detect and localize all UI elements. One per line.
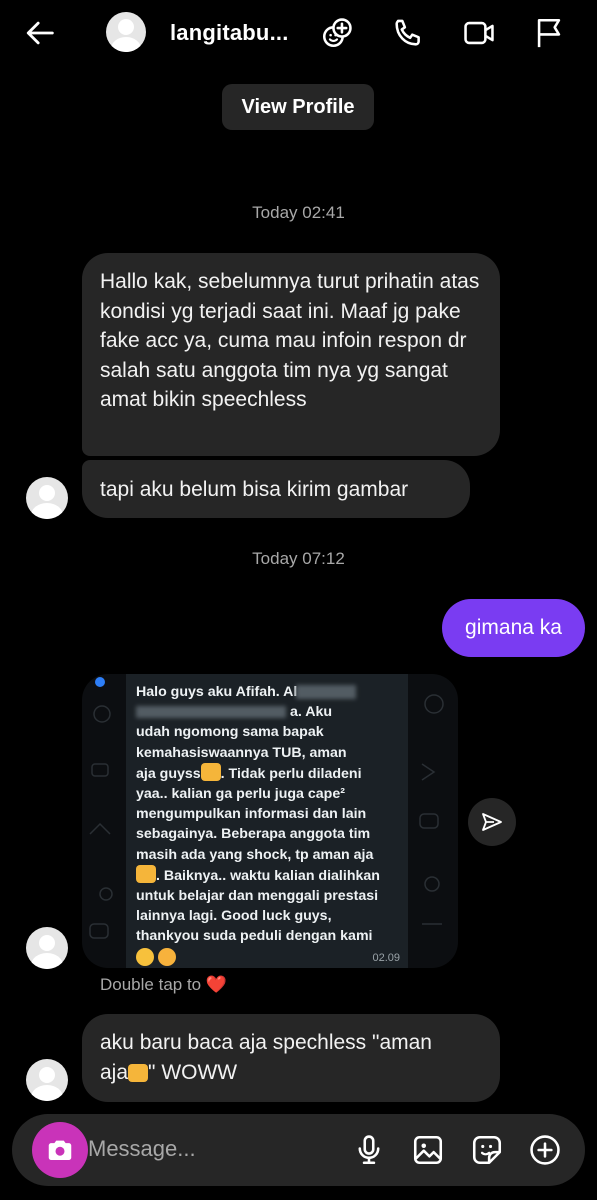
back-button[interactable] xyxy=(22,14,60,52)
add-people-button[interactable] xyxy=(318,14,356,52)
more-button[interactable] xyxy=(525,1130,565,1170)
writing-hand-emoji xyxy=(128,1063,149,1082)
camera-icon xyxy=(48,1140,72,1160)
video-call-button[interactable] xyxy=(460,14,498,52)
sticker-button[interactable] xyxy=(467,1130,507,1170)
flag-icon xyxy=(537,18,561,48)
send-icon xyxy=(482,813,502,831)
camera-button[interactable] xyxy=(32,1122,88,1178)
writing-hand-emoji xyxy=(136,864,156,883)
heart-emoji: ❤️ xyxy=(205,975,228,994)
image-icon xyxy=(413,1135,443,1165)
sender-avatar[interactable] xyxy=(26,927,68,969)
incoming-message[interactable]: Hallo kak, sebelumnya turut prihatin ata… xyxy=(82,253,500,456)
share-button[interactable] xyxy=(468,798,516,846)
back-arrow-icon xyxy=(26,21,54,45)
header-avatar[interactable] xyxy=(106,12,146,52)
hearts-face-emoji xyxy=(157,947,176,966)
timestamp: Today 07:12 xyxy=(252,549,345,568)
incoming-message[interactable]: aku baru baca aja spechless "aman aja " W… xyxy=(82,1014,500,1102)
double-tap-hint: Double tap to ❤️ xyxy=(100,975,228,994)
message-text: gimana ka xyxy=(465,616,562,639)
message-text: Hallo kak, sebelumnya turut prihatin ata… xyxy=(100,270,480,411)
add-people-icon xyxy=(322,18,352,48)
image-message[interactable]: Halo guys aku Afifah. Al a. Aku udah ngo… xyxy=(82,674,458,968)
header-username[interactable]: langitabu... xyxy=(170,20,289,46)
view-profile-button[interactable]: View Profile xyxy=(222,84,374,130)
gallery-button[interactable] xyxy=(408,1130,448,1170)
call-button[interactable] xyxy=(389,14,427,52)
outgoing-message[interactable]: gimana ka xyxy=(442,599,585,657)
writing-hand-emoji xyxy=(200,762,221,781)
sticker-icon xyxy=(472,1135,502,1165)
sender-avatar[interactable] xyxy=(26,1059,68,1101)
message-input[interactable]: Message... xyxy=(88,1136,196,1162)
screenshot-text: Halo guys aku Afifah. Al a. Aku udah ngo… xyxy=(136,682,398,968)
kiss-face-emoji xyxy=(136,947,154,966)
phone-icon xyxy=(395,19,420,46)
message-text: aku baru baca aja spechless "aman xyxy=(100,1031,432,1054)
message-text: tapi aku belum bisa kirim gambar xyxy=(100,478,409,501)
video-icon xyxy=(464,21,494,45)
redaction xyxy=(296,685,356,699)
microphone-icon xyxy=(358,1135,380,1165)
incoming-message[interactable]: tapi aku belum bisa kirim gambar xyxy=(82,460,470,518)
redaction xyxy=(136,706,286,719)
plus-circle-icon xyxy=(530,1135,560,1165)
screenshot-chat-bubble: Halo guys aku Afifah. Al a. Aku udah ngo… xyxy=(126,674,408,968)
sender-avatar[interactable] xyxy=(26,477,68,519)
report-button[interactable] xyxy=(530,14,568,52)
message-composer: Message... xyxy=(12,1114,585,1186)
screenshot-time: 02.09 xyxy=(372,952,400,964)
voice-button[interactable] xyxy=(349,1130,389,1170)
timestamp: Today 02:41 xyxy=(252,203,345,222)
